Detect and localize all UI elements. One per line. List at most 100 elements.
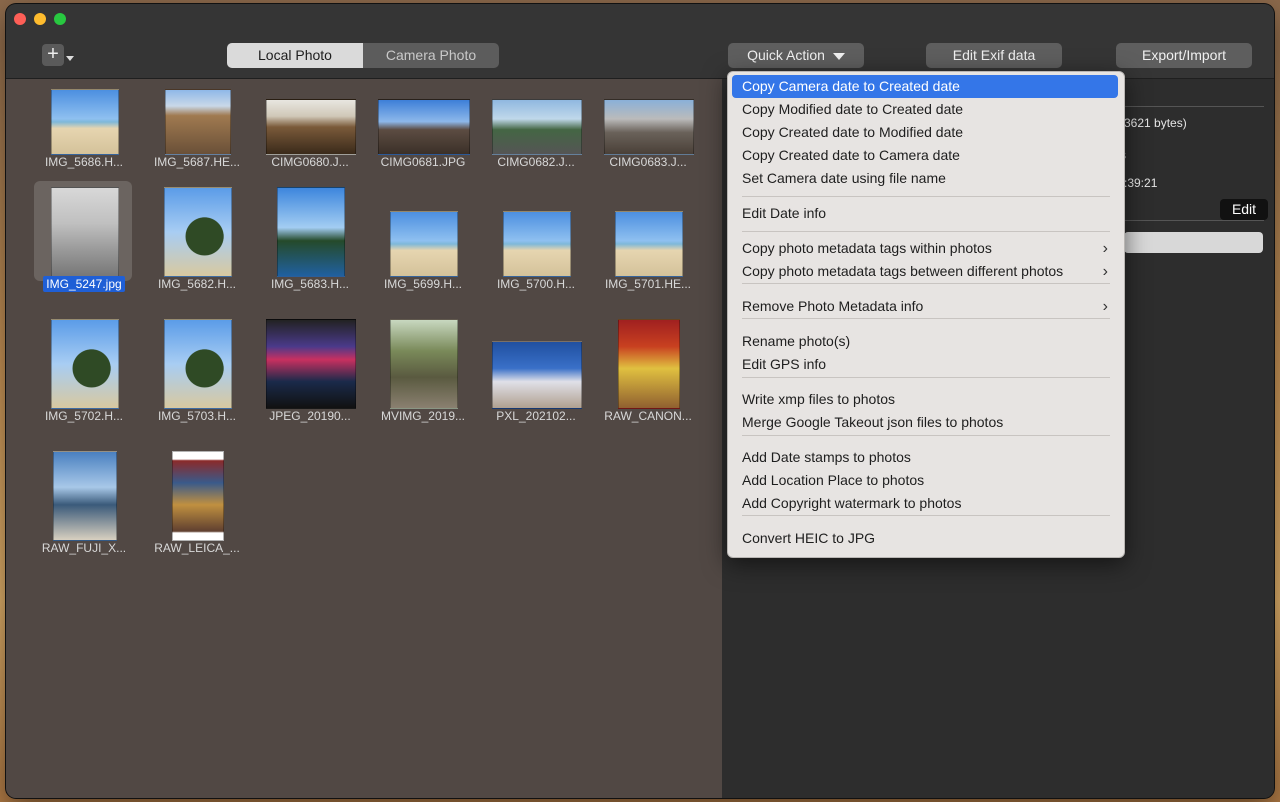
photo-thumbnail[interactable] bbox=[503, 211, 571, 277]
photo-thumbnail[interactable] bbox=[164, 187, 232, 277]
photo-thumbnail-item[interactable]: IMG_5701.HE... bbox=[604, 187, 716, 309]
menu-item[interactable]: Copy photo metadata tags within photos › bbox=[732, 237, 1118, 260]
photo-thumbnail-item[interactable]: IMG_5686.H... bbox=[40, 79, 152, 187]
menu-item-label: Add Location Place to photos bbox=[742, 472, 925, 488]
photo-thumbnail-item[interactable]: IMG_5247.jpg bbox=[34, 181, 152, 309]
photo-thumbnail[interactable] bbox=[277, 187, 345, 277]
photo-thumbnail[interactable] bbox=[51, 319, 119, 409]
menu-item[interactable]: Merge Google Takeout json files to photo… bbox=[732, 411, 1118, 434]
menu-item[interactable]: Write xmp files to photos bbox=[732, 388, 1118, 411]
photo-thumbnail-item[interactable]: RAW_FUJI_X... bbox=[40, 451, 152, 573]
photo-thumbnail-item[interactable]: MVIMG_2019... bbox=[379, 319, 491, 441]
photo-filename: MVIMG_2019... bbox=[367, 409, 479, 423]
photo-thumbnail[interactable] bbox=[266, 99, 356, 155]
photo-filename: IMG_5247.jpg bbox=[28, 276, 140, 292]
menu-item-label: Copy Created date to Camera date bbox=[742, 147, 960, 163]
close-window-button[interactable] bbox=[14, 13, 26, 25]
photo-filename-text: RAW_FUJI_X... bbox=[41, 541, 127, 555]
photo-thumbnail-item[interactable]: CIMG0682.J... bbox=[492, 79, 604, 187]
photo-thumbnail-item[interactable]: IMG_5703.H... bbox=[153, 319, 265, 441]
menu-item[interactable]: Copy photo metadata tags between differe… bbox=[732, 260, 1118, 283]
photo-filename-text: JPEG_20190... bbox=[269, 409, 351, 423]
photo-filename: IMG_5702.H... bbox=[28, 409, 140, 423]
menu-separator bbox=[742, 318, 1110, 319]
photo-filename: IMG_5699.H... bbox=[367, 277, 479, 291]
photo-filename: IMG_5687.HE... bbox=[141, 155, 253, 169]
menu-item[interactable]: Edit GPS info bbox=[732, 353, 1118, 376]
menu-item[interactable]: Copy Camera date to Created date bbox=[732, 75, 1118, 98]
quick-action-menu: Copy Camera date to Created date Copy Mod… bbox=[727, 71, 1125, 558]
menu-item[interactable]: Set Camera date using file name bbox=[732, 167, 1118, 190]
info-input-field[interactable] bbox=[1124, 232, 1263, 253]
photo-thumbnail[interactable] bbox=[615, 211, 683, 277]
menu-item[interactable]: Copy Created date to Camera date bbox=[732, 144, 1118, 167]
photo-filename-text: CIMG0682.J... bbox=[497, 155, 575, 169]
photo-thumbnail-item[interactable]: IMG_5702.H... bbox=[40, 319, 152, 441]
menu-item[interactable]: Edit Date info bbox=[732, 202, 1118, 225]
minimize-window-button[interactable] bbox=[34, 13, 46, 25]
segment-local-photo[interactable]: Local Photo bbox=[227, 43, 363, 68]
photo-filename-text: IMG_5687.HE... bbox=[153, 155, 241, 169]
photo-thumbnail-item[interactable]: CIMG0683.J... bbox=[604, 79, 716, 187]
segment-camera-photo[interactable]: Camera Photo bbox=[363, 43, 499, 68]
menu-item[interactable]: Add Copyright watermark to photos bbox=[732, 492, 1118, 515]
photo-thumbnail-item[interactable]: RAW_LEICA_... bbox=[153, 451, 265, 573]
photo-thumbnail[interactable] bbox=[604, 99, 694, 155]
photo-filename: IMG_5686.H... bbox=[28, 155, 140, 169]
photo-thumbnail[interactable] bbox=[618, 319, 680, 409]
photo-thumbnail-item[interactable]: IMG_5699.H... bbox=[379, 187, 491, 309]
photo-filename-text: IMG_5699.H... bbox=[383, 277, 463, 291]
edit-exif-button[interactable]: Edit Exif data bbox=[926, 43, 1062, 68]
export-import-button[interactable]: Export/Import bbox=[1116, 43, 1252, 68]
edit-button[interactable]: Edit bbox=[1220, 199, 1268, 220]
photo-thumbnail[interactable] bbox=[492, 99, 582, 155]
photo-thumbnail[interactable] bbox=[53, 451, 117, 541]
chevron-right-icon: › bbox=[1102, 298, 1108, 315]
photo-thumbnail-item[interactable]: PXL_202102... bbox=[492, 319, 604, 441]
menu-item-label: Edit GPS info bbox=[742, 356, 827, 372]
photo-thumbnail[interactable] bbox=[266, 319, 356, 409]
zoom-window-button[interactable] bbox=[54, 13, 66, 25]
menu-item[interactable]: Copy Created date to Modified date bbox=[732, 121, 1118, 144]
photo-grid: IMG_5686.H... IMG_5687.HE... CIMG0680.J...… bbox=[6, 79, 722, 798]
photo-thumbnail-item[interactable]: IMG_5683.H... bbox=[266, 187, 378, 309]
add-button[interactable]: + bbox=[42, 44, 64, 66]
quick-action-button[interactable]: Quick Action bbox=[728, 43, 864, 68]
add-caret-icon[interactable] bbox=[66, 56, 74, 61]
menu-item-label: Copy Created date to Modified date bbox=[742, 124, 964, 140]
menu-item-label: Add Copyright watermark to photos bbox=[742, 495, 962, 511]
photo-thumbnail[interactable] bbox=[51, 89, 119, 155]
photo-thumbnail[interactable] bbox=[390, 319, 458, 409]
photo-thumbnail-item[interactable]: IMG_5687.HE... bbox=[153, 79, 265, 187]
menu-item-label: Copy photo metadata tags within photos bbox=[742, 240, 992, 256]
photo-filename-text: RAW_CANON... bbox=[604, 409, 692, 423]
photo-thumbnail-item[interactable]: CIMG0681.JPG bbox=[378, 79, 491, 187]
photo-filename: RAW_FUJI_X... bbox=[28, 541, 140, 555]
photo-filename: IMG_5683.H... bbox=[254, 277, 366, 291]
quick-action-label: Quick Action bbox=[747, 47, 825, 63]
photo-source-segmented-control: Local Photo Camera Photo bbox=[227, 43, 499, 68]
photo-thumbnail-item[interactable]: JPEG_20190... bbox=[266, 319, 378, 441]
photo-thumbnail-item[interactable]: IMG_5682.H... bbox=[153, 187, 265, 309]
photo-thumbnail[interactable] bbox=[378, 99, 470, 155]
menu-item[interactable]: Copy Modified date to Created date bbox=[732, 98, 1118, 121]
photo-thumbnail-item[interactable]: CIMG0680.J... bbox=[266, 79, 378, 187]
photo-thumbnail-item[interactable]: IMG_5700.H... bbox=[492, 187, 604, 309]
photo-thumbnail-item[interactable]: RAW_CANON... bbox=[604, 319, 716, 441]
menu-item-label: Rename photo(s) bbox=[742, 333, 851, 349]
photo-thumbnail[interactable] bbox=[172, 451, 224, 541]
menu-item-label: Edit Date info bbox=[742, 205, 827, 221]
photo-filename-text: CIMG0680.J... bbox=[271, 155, 349, 169]
menu-item[interactable]: Add Date stamps to photos bbox=[732, 446, 1118, 469]
menu-item[interactable]: Remove Photo Metadata info › bbox=[732, 295, 1118, 318]
photo-thumbnail[interactable] bbox=[390, 211, 458, 277]
photo-thumbnail[interactable] bbox=[51, 187, 119, 277]
menu-item[interactable]: Add Location Place to photos bbox=[732, 469, 1118, 492]
time-text: :39:21 bbox=[1124, 176, 1158, 190]
photo-thumbnail[interactable] bbox=[165, 89, 231, 155]
menu-item[interactable]: Convert HEIC to JPG bbox=[732, 527, 1118, 550]
toolbar: + Local Photo Camera Photo Quick Action … bbox=[6, 4, 1274, 79]
menu-item[interactable]: Rename photo(s) bbox=[732, 330, 1118, 353]
photo-thumbnail[interactable] bbox=[492, 341, 582, 409]
photo-thumbnail[interactable] bbox=[164, 319, 232, 409]
